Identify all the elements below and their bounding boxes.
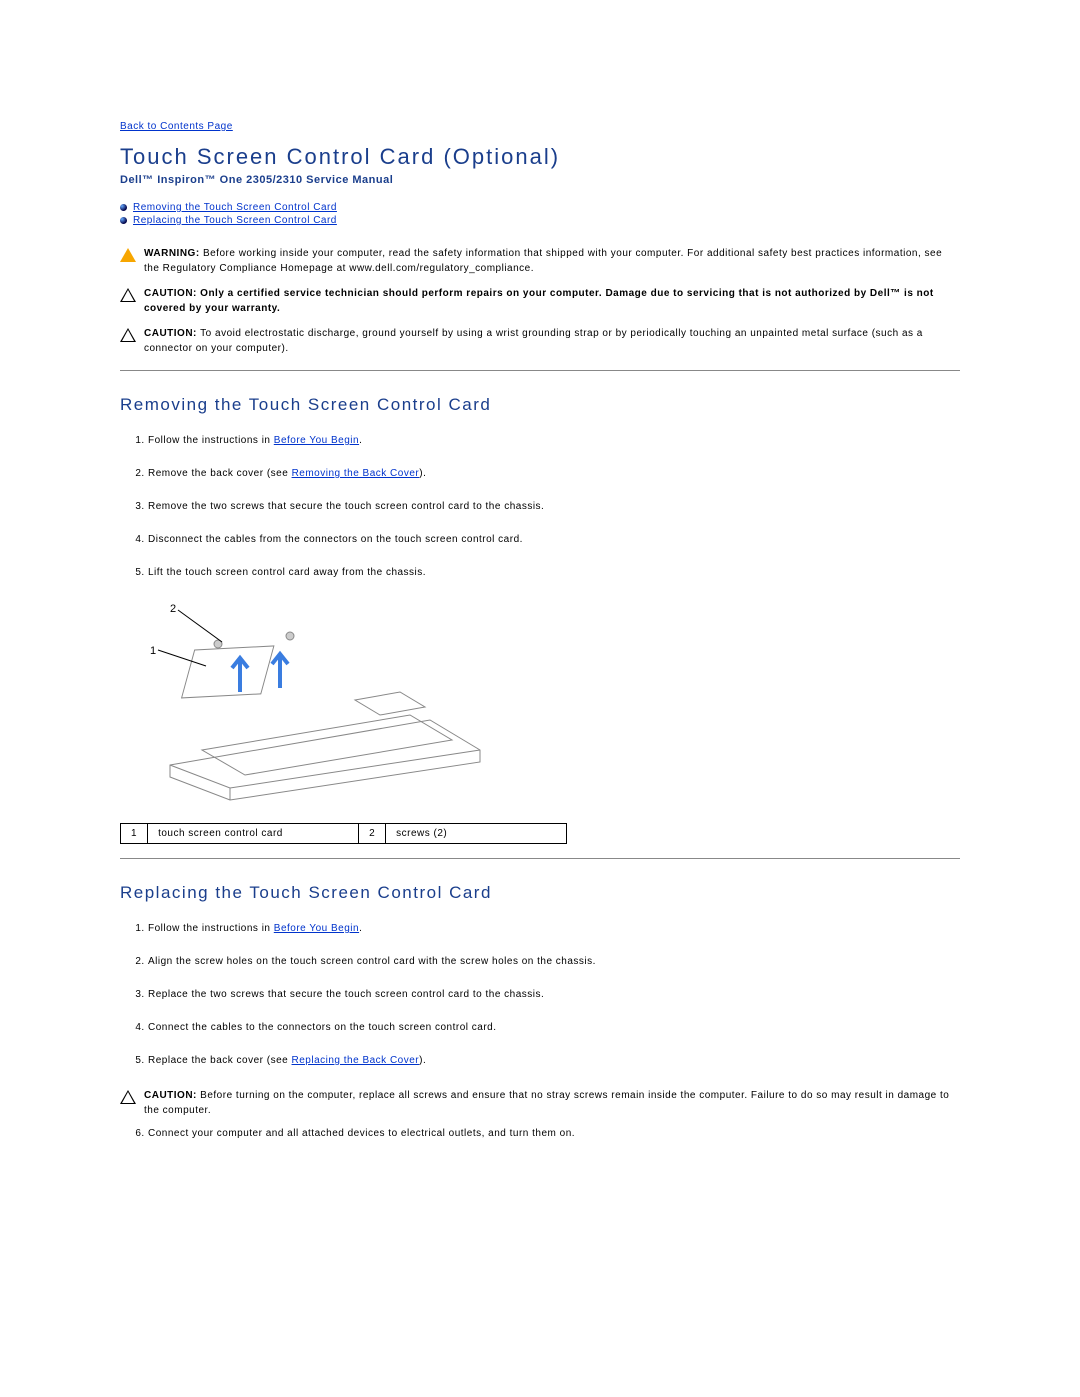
back-to-contents-link[interactable]: Back to Contents Page — [120, 121, 233, 132]
warning-notice: WARNING: Before working inside your comp… — [120, 246, 960, 276]
legend-num: 1 — [121, 824, 148, 844]
legend-text: touch screen control card — [148, 824, 359, 844]
step: Disconnect the cables from the connector… — [148, 534, 960, 545]
step: Replace the two screws that secure the t… — [148, 989, 960, 1000]
step: Align the screw holes on the touch scree… — [148, 956, 960, 967]
replacing-steps: Follow the instructions in Before You Be… — [120, 923, 960, 1066]
step: Follow the instructions in Before You Be… — [148, 435, 960, 446]
table-row: 1 touch screen control card 2 screws (2) — [121, 824, 567, 844]
caution-icon — [120, 286, 138, 316]
step: Remove the two screws that secure the to… — [148, 501, 960, 512]
page-title: Touch Screen Control Card (Optional) — [120, 144, 960, 170]
caution-text: CAUTION: To avoid electrostatic discharg… — [144, 326, 960, 356]
legend-num: 2 — [359, 824, 386, 844]
diagram-legend: 1 touch screen control card 2 screws (2) — [120, 823, 567, 844]
warning-text: WARNING: Before working inside your comp… — [144, 246, 960, 276]
bullet-icon — [120, 217, 127, 224]
link-removing-back-cover[interactable]: Removing the Back Cover — [292, 468, 420, 479]
document-page: Back to Contents Page Touch Screen Contr… — [0, 0, 1080, 1221]
legend-text: screws (2) — [386, 824, 567, 844]
caution-text: CAUTION: Before turning on the computer,… — [144, 1088, 960, 1118]
section-heading-replacing: Replacing the Touch Screen Control Card — [120, 883, 960, 903]
toc-link-replacing[interactable]: Replacing the Touch Screen Control Card — [133, 215, 337, 226]
svg-text:1: 1 — [150, 645, 157, 657]
page-subtitle: Dell™ Inspiron™ One 2305/2310 Service Ma… — [120, 174, 960, 186]
step: Replace the back cover (see Replacing th… — [148, 1055, 960, 1066]
section-heading-removing: Removing the Touch Screen Control Card — [120, 395, 960, 415]
toc-item: Removing the Touch Screen Control Card — [120, 202, 960, 213]
caution-notice: CAUTION: Before turning on the computer,… — [120, 1088, 960, 1118]
step: Remove the back cover (see Removing the … — [148, 468, 960, 479]
caution-notice: CAUTION: To avoid electrostatic discharg… — [120, 326, 960, 356]
step: Follow the instructions in Before You Be… — [148, 923, 960, 934]
divider — [120, 858, 960, 859]
caution-icon — [120, 1088, 138, 1118]
toc-list: Removing the Touch Screen Control Card R… — [120, 202, 960, 226]
caution-icon — [120, 326, 138, 356]
replacing-steps-cont: Connect your computer and all attached d… — [120, 1128, 960, 1139]
link-before-you-begin[interactable]: Before You Begin — [274, 435, 359, 446]
step: Connect your computer and all attached d… — [148, 1128, 960, 1139]
bullet-icon — [120, 204, 127, 211]
caution-text: CAUTION: Only a certified service techni… — [144, 286, 960, 316]
svg-text:2: 2 — [170, 603, 177, 615]
warning-icon — [120, 246, 138, 276]
step: Lift the touch screen control card away … — [148, 567, 960, 578]
toc-item: Replacing the Touch Screen Control Card — [120, 215, 960, 226]
toc-link-removing[interactable]: Removing the Touch Screen Control Card — [133, 202, 337, 213]
link-before-you-begin[interactable]: Before You Begin — [274, 923, 359, 934]
divider — [120, 370, 960, 371]
step: Connect the cables to the connectors on … — [148, 1022, 960, 1033]
chassis-diagram: 2 1 — [140, 600, 960, 813]
caution-notice: CAUTION: Only a certified service techni… — [120, 286, 960, 316]
link-replacing-back-cover[interactable]: Replacing the Back Cover — [292, 1055, 420, 1066]
removing-steps: Follow the instructions in Before You Be… — [120, 435, 960, 578]
